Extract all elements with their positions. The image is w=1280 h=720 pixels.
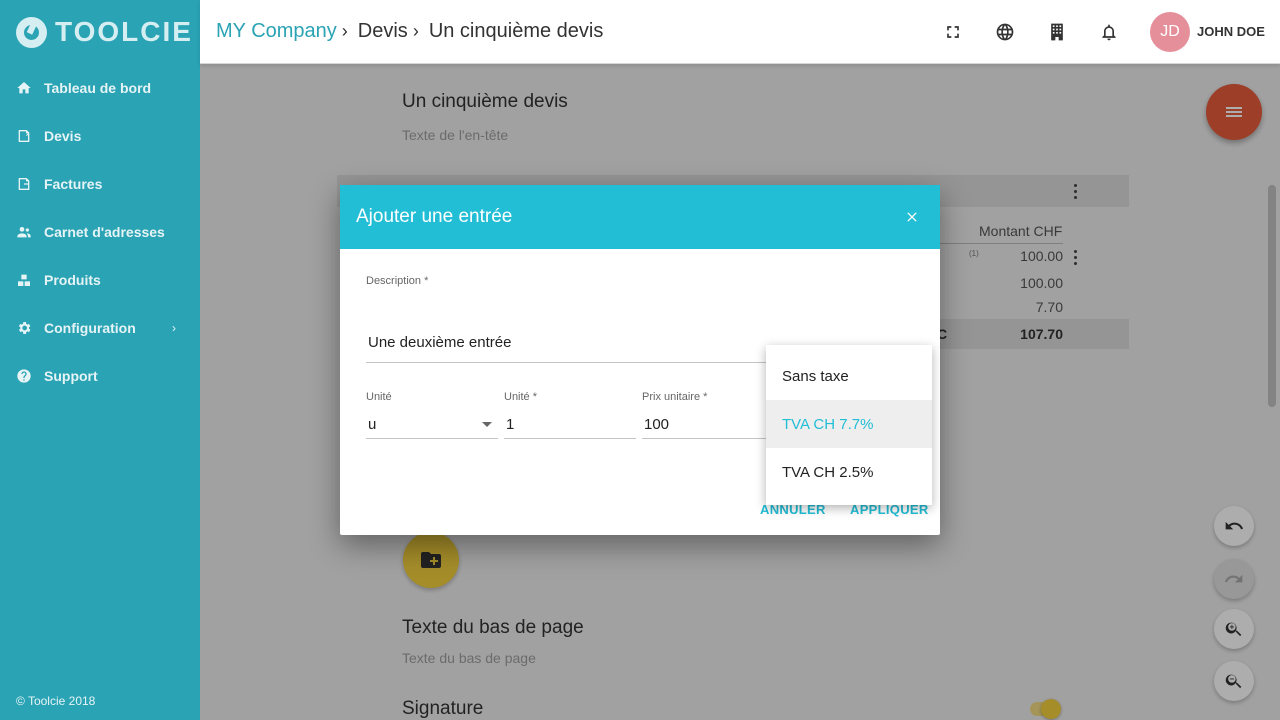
description-label: Description * [366, 275, 429, 287]
close-icon [907, 212, 917, 222]
unit-price-label: Prix unitaire * [642, 391, 708, 403]
tax-option-none[interactable]: Sans taxe [766, 352, 932, 400]
tax-dropdown-menu: Sans taxe TVA CH 7.7% TVA CH 2.5% [766, 345, 932, 505]
sidebar-backdrop [0, 0, 200, 720]
close-button[interactable] [902, 207, 922, 227]
breadcrumb-quotes[interactable]: Devis [358, 20, 408, 43]
avatar[interactable]: JD [1150, 12, 1190, 52]
quantity-field[interactable]: 1 [506, 416, 514, 433]
quantity-label: Unité * [504, 391, 538, 403]
tax-option-tva-2-5[interactable]: TVA CH 2.5% [766, 448, 932, 496]
user-name[interactable]: JOHN DOE [1197, 24, 1265, 39]
globe-icon[interactable] [993, 20, 1017, 44]
tax-option-tva-7-7[interactable]: TVA CH 7.7% [766, 400, 932, 448]
dialog-header: Ajouter une entrée [340, 185, 940, 249]
description-field[interactable]: Une deuxième entrée [368, 334, 511, 351]
unit-price-underline [642, 438, 766, 439]
unit-type-select[interactable]: u [368, 416, 376, 433]
breadcrumb-current: Un cinquième devis [428, 20, 604, 42]
quantity-underline [504, 438, 636, 439]
top-bar: MY Company › Devis › Un cinquième devis … [200, 0, 1280, 64]
breadcrumb-separator-icon: › [412, 21, 419, 41]
chevron-down-icon[interactable] [482, 422, 492, 427]
unit-type-label: Unité [366, 391, 392, 403]
unit-type-underline [366, 438, 498, 439]
bell-icon[interactable] [1097, 20, 1121, 44]
breadcrumb-separator-icon: › [341, 21, 348, 41]
building-icon[interactable] [1045, 20, 1069, 44]
dialog-title: Ajouter une entrée [356, 206, 513, 227]
breadcrumb: MY Company › Devis › Un cinquième devis [216, 20, 603, 43]
breadcrumb-company[interactable]: MY Company [216, 20, 337, 43]
unit-price-field[interactable]: 100 [644, 416, 669, 433]
fullscreen-icon[interactable] [941, 20, 965, 44]
